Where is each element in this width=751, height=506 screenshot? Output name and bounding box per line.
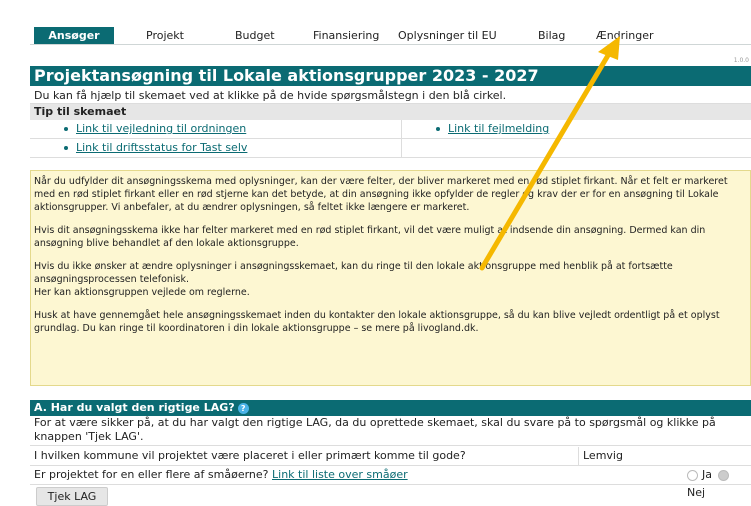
annotation-arrow-icon — [479, 36, 620, 271]
